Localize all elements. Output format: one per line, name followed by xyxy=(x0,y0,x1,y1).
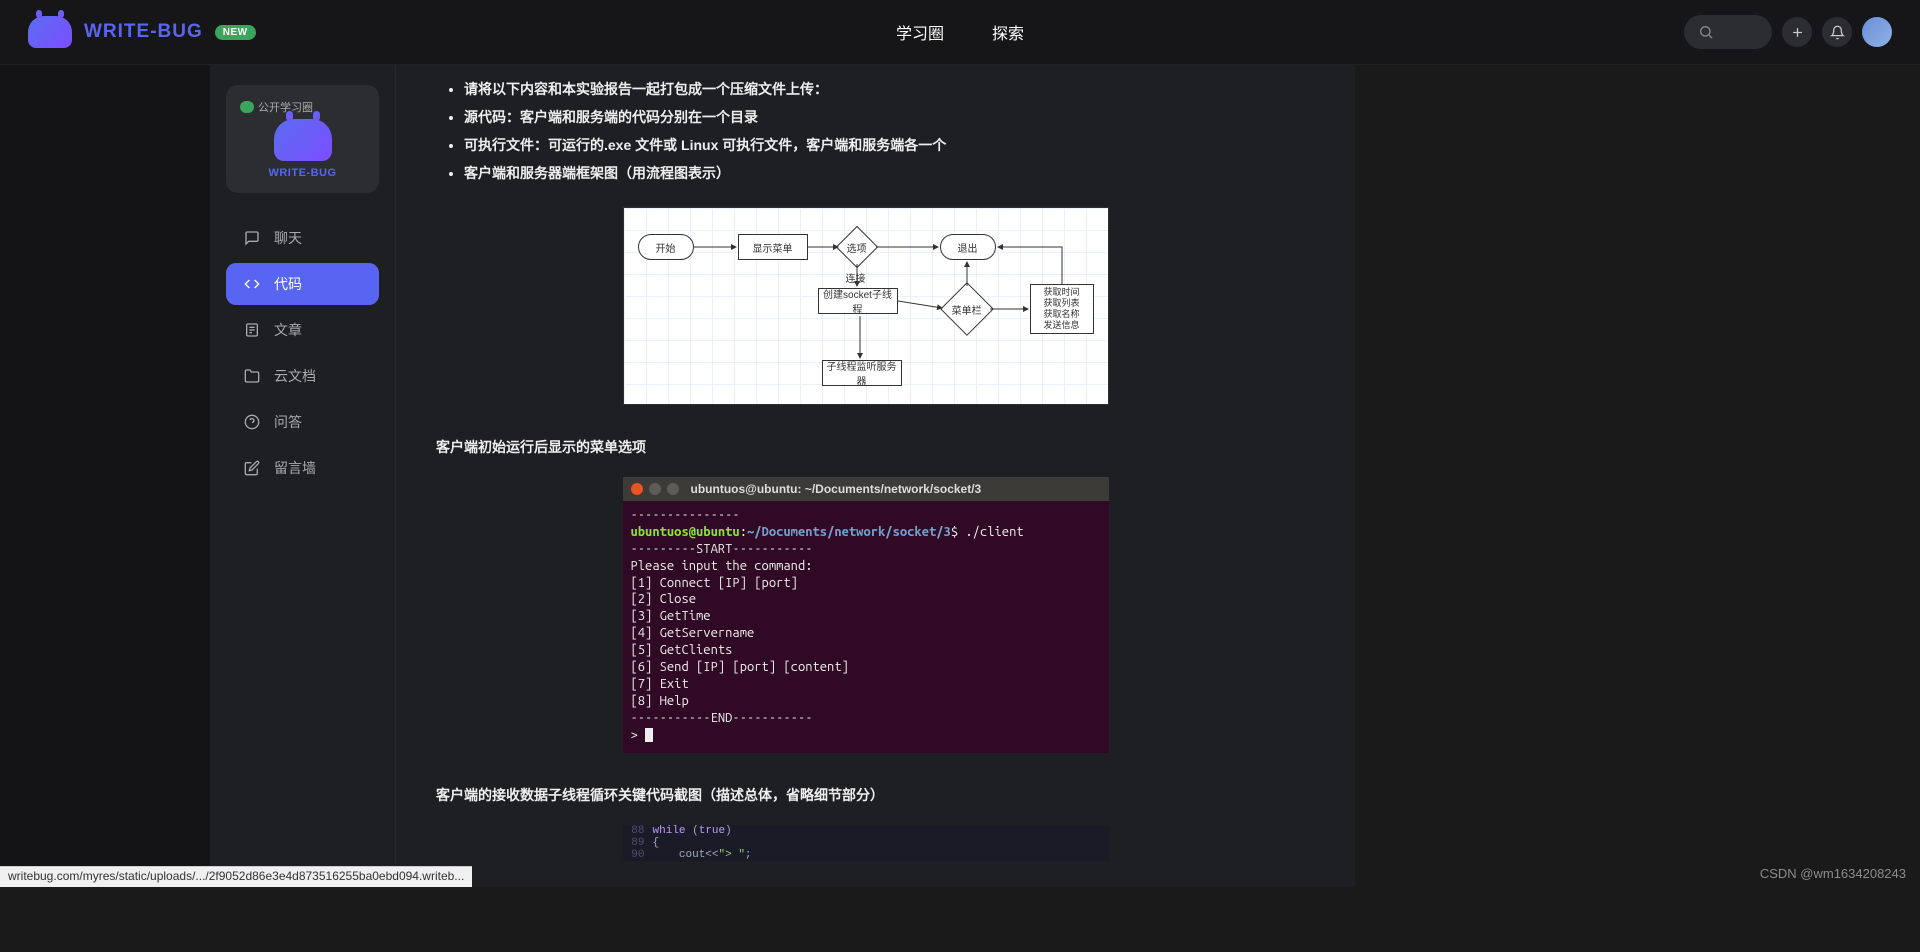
term-line: [7] Exit xyxy=(631,676,1101,693)
logo-icon xyxy=(28,16,72,48)
cursor-icon xyxy=(645,728,653,742)
card-logo-icon xyxy=(274,119,332,161)
term-line: [3] GetTime xyxy=(631,608,1101,625)
nav-explore[interactable]: 探索 xyxy=(992,20,1024,44)
plus-icon xyxy=(1790,25,1805,40)
terminal-body: --------------- ubuntuos@ubuntu:~/Docume… xyxy=(623,501,1109,753)
header-actions xyxy=(1684,15,1892,49)
terminal-title: ubuntuos@ubuntu: ~/Documents/network/soc… xyxy=(691,482,982,496)
question-icon xyxy=(244,414,260,430)
sidebar-item-chat[interactable]: 聊天 xyxy=(226,217,379,259)
search-icon xyxy=(1698,24,1714,40)
sidebar-item-label: 文章 xyxy=(274,320,302,340)
sidebar-item-label: 留言墙 xyxy=(274,458,316,478)
term-line: -----------END----------- xyxy=(631,710,1101,727)
close-dot-icon xyxy=(631,483,643,495)
heading-menu: 客户端初始运行后显示的菜单选项 xyxy=(416,425,1315,469)
code-icon xyxy=(244,276,260,292)
terminal-screenshot: ubuntuos@ubuntu: ~/Documents/network/soc… xyxy=(623,477,1109,753)
list-item: 客户端和服务器端框架图（用流程图表示） xyxy=(464,159,1315,187)
card-brand: WRITE-BUG xyxy=(268,167,336,179)
article-icon xyxy=(244,322,260,338)
sidebar-item-code[interactable]: 代码 xyxy=(226,263,379,305)
status-bar: writebug.com/myres/static/uploads/.../2f… xyxy=(0,866,472,887)
term-line: [6] Send [IP] [port] [content] xyxy=(631,659,1101,676)
sidebar-item-article[interactable]: 文章 xyxy=(226,309,379,351)
brand-text: WRITE-BUG xyxy=(84,21,203,43)
bell-icon xyxy=(1830,25,1845,40)
watermark: CSDN @wm1634208243 xyxy=(1760,866,1906,881)
requirement-list: 请将以下内容和本实验报告一起打包成一个压缩文件上传： 源代码：客户端和服务端的代… xyxy=(416,75,1315,187)
term-line: Please input the command: xyxy=(631,558,1101,575)
term-line: [1] Connect [IP] [port] xyxy=(631,575,1101,592)
edit-icon xyxy=(244,460,260,476)
heading-code: 客户端的接收数据子线程循环关键代码截图（描述总体，省略细节部分） xyxy=(416,773,1315,817)
brand[interactable]: WRITE-BUG NEW xyxy=(28,16,256,48)
sidebar-item-label: 代码 xyxy=(274,274,302,294)
notifications-button[interactable] xyxy=(1822,17,1852,47)
term-line: [8] Help xyxy=(631,693,1101,710)
left-panel: 公开学习圈 WRITE-BUG 聊天 代码 文章 云文档 问答 留言墙 xyxy=(210,65,395,887)
content: 请将以下内容和本实验报告一起打包成一个压缩文件上传： 源代码：客户端和服务端的代… xyxy=(395,65,1920,887)
chat-icon xyxy=(244,230,260,246)
term-line: [2] Close xyxy=(631,591,1101,608)
top-header: WRITE-BUG NEW 学习圈 探索 xyxy=(0,0,1920,65)
term-user: ubuntuos@ubuntu xyxy=(631,525,740,539)
list-item: 源代码：客户端和服务端的代码分别在一个目录 xyxy=(464,103,1315,131)
new-badge: NEW xyxy=(215,25,256,40)
min-dot-icon xyxy=(649,483,661,495)
study-badge: 公开学习圈 xyxy=(240,99,313,115)
max-dot-icon xyxy=(667,483,679,495)
term-line: [5] GetClients xyxy=(631,642,1101,659)
term-cmd: ./client xyxy=(965,525,1023,539)
list-item: 请将以下内容和本实验报告一起打包成一个压缩文件上传： xyxy=(464,75,1315,103)
sidebar-item-qa[interactable]: 问答 xyxy=(226,401,379,443)
avatar[interactable] xyxy=(1862,17,1892,47)
study-circle-card[interactable]: 公开学习圈 WRITE-BUG xyxy=(226,85,379,193)
article-body: 请将以下内容和本实验报告一起打包成一个压缩文件上传： 源代码：客户端和服务端的代… xyxy=(395,65,1355,887)
sidebar-item-label: 聊天 xyxy=(274,228,302,248)
add-button[interactable] xyxy=(1782,17,1812,47)
flowchart-image: 开始 显示菜单 选项 退出 连接 创建socket子线程 菜单栏 获取时间 获取… xyxy=(623,207,1109,405)
term-line: ---------START----------- xyxy=(631,541,1101,558)
sidebar-item-label: 问答 xyxy=(274,412,302,432)
search-input[interactable] xyxy=(1684,15,1772,49)
nav-study[interactable]: 学习圈 xyxy=(896,20,944,44)
term-prompt2: > xyxy=(631,728,646,742)
terminal-titlebar: ubuntuos@ubuntu: ~/Documents/network/soc… xyxy=(623,477,1109,501)
sidebar-item-docs[interactable]: 云文档 xyxy=(226,355,379,397)
server-rail xyxy=(0,65,210,887)
sidebar-item-wall[interactable]: 留言墙 xyxy=(226,447,379,489)
list-item: 可执行文件：可运行的.exe 文件或 Linux 可执行文件，客户端和服务端各一… xyxy=(464,131,1315,159)
term-path: ~/Documents/network/socket/3 xyxy=(747,525,951,539)
term-line: [4] GetServername xyxy=(631,625,1101,642)
fc-arrows xyxy=(624,208,1108,404)
top-nav: 学习圈 探索 xyxy=(896,20,1024,44)
code-screenshot: 88while (true) 89{ 90 cout<<"> "; xyxy=(623,825,1109,861)
sidebar-item-label: 云文档 xyxy=(274,366,316,386)
folder-icon xyxy=(244,368,260,384)
